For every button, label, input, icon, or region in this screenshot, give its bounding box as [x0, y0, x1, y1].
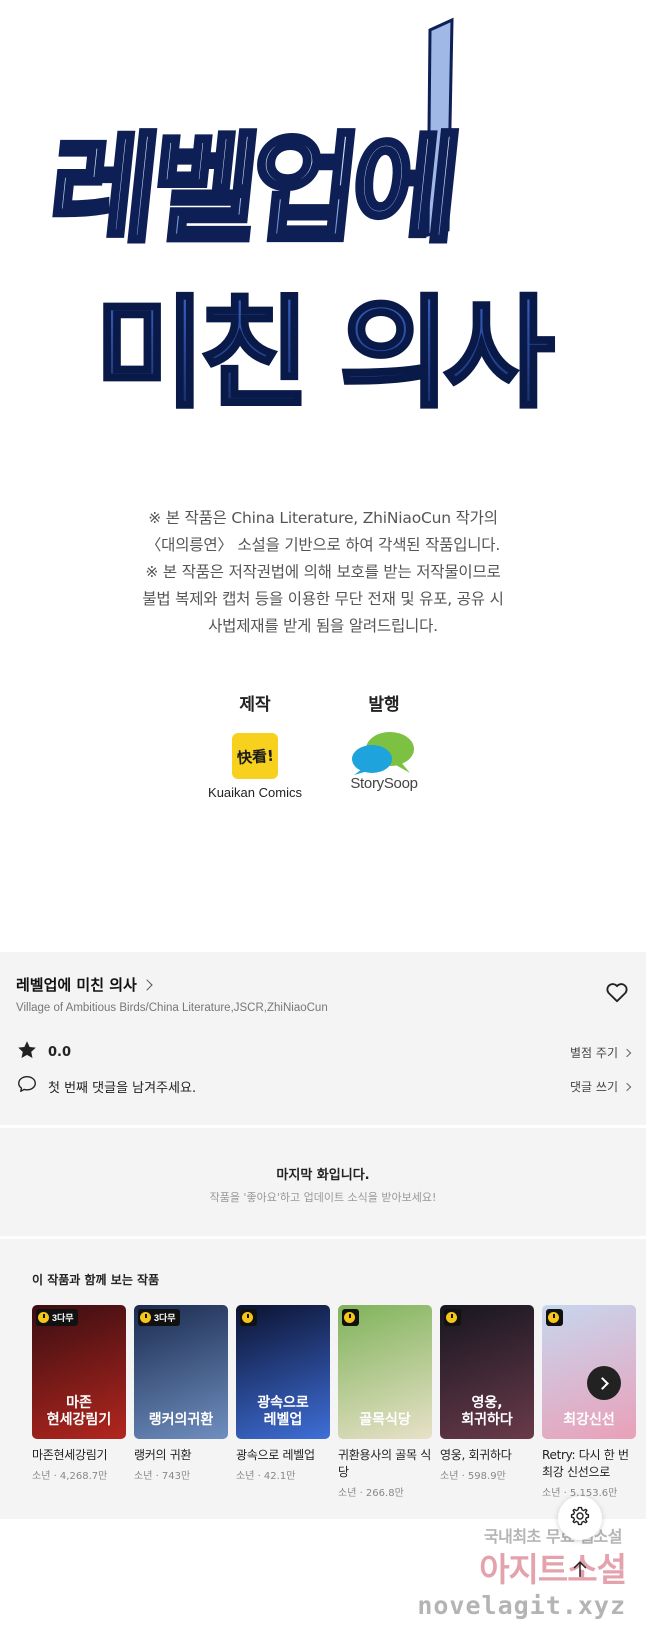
free-badge [240, 1309, 257, 1326]
comment-row: 첫 번째 댓글을 남겨주세요. 댓글 쓰기 [16, 1073, 632, 1100]
comment-button[interactable]: 댓글 쓰기 [570, 1078, 632, 1095]
notice-line: ※ 본 작품은 China Literature, ZhiNiaoCun 작가의 [148, 509, 498, 527]
card-title[interactable]: Retry: 다시 한 번 최강 신선으로 [542, 1447, 636, 1481]
settings-button[interactable] [558, 1496, 602, 1540]
title-art: 레벨업에 미친 의사 [0, 0, 646, 460]
comment-prompt[interactable]: 첫 번째 댓글을 남겨주세요. [48, 1077, 196, 1096]
rate-button[interactable]: 별점 주기 [570, 1044, 632, 1061]
last-episode-title: 마지막 화입니다. [276, 1168, 370, 1183]
title-logo: 레벨업에 미친 의사 [40, 17, 562, 426]
publisher-credit: 발행 StorySoop [314, 690, 454, 792]
clock-icon [140, 1312, 151, 1323]
card-cover[interactable]: 최강신선 [542, 1305, 636, 1439]
clock-icon [446, 1312, 457, 1323]
free-badge: 3다무 [36, 1309, 78, 1326]
notice-line: 〈대의릉연〉 소설을 기반으로 하여 각색된 작품입니다. [145, 536, 501, 554]
chevron-right-icon [141, 978, 153, 991]
card-title[interactable]: 영웅, 회귀하다 [440, 1447, 534, 1464]
comment-button-label: 댓글 쓰기 [570, 1080, 618, 1094]
production-name: Kuaikan Comics [208, 785, 302, 800]
rate-button-label: 별점 주기 [570, 1046, 618, 1060]
arrow-up-icon [569, 1558, 591, 1585]
gear-icon [569, 1505, 591, 1532]
free-badge [546, 1309, 563, 1326]
card-title[interactable]: 광속으로 레벨업 [236, 1447, 330, 1464]
series-authors: Village of Ambitious Birds/China Literat… [16, 1002, 328, 1014]
publisher-name: StorySoop [350, 775, 418, 792]
chevron-right-icon [622, 1082, 632, 1091]
recommendations: 이 작품과 함께 보는 작품 3다무 마존 현세강림기 마존현세강림기 소년 ·… [0, 1239, 646, 1519]
clock-icon [344, 1312, 355, 1323]
card-cover[interactable]: 3다무 랭커의귀환 [134, 1305, 228, 1439]
free-badge: 3다무 [138, 1309, 180, 1326]
notice-line: 사법제재를 받게 됨을 알려드립니다. [208, 617, 438, 635]
carousel-next-button[interactable] [587, 1366, 621, 1400]
comment-icon [16, 1073, 38, 1100]
recommendations-heading: 이 작품과 함께 보는 작품 [32, 1273, 160, 1287]
card-meta: 소년 · 4,268.7만 [32, 1471, 108, 1482]
last-episode-banner: 마지막 화입니다. 작품을 '좋아요'하고 업데이트 소식을 받아보세요! [0, 1128, 646, 1236]
card-meta: 소년 · 5,153.6만 [542, 1488, 618, 1499]
cover-title: 광속으로 레벨업 [257, 1395, 309, 1428]
card-meta: 소년 · 42.1만 [236, 1471, 296, 1482]
last-episode-subtitle: 작품을 '좋아요'하고 업데이트 소식을 받아보세요! [209, 1191, 437, 1204]
card-title[interactable]: 귀환용사의 골목 식당 [338, 1447, 432, 1481]
watermark: 국내최초 무료 웹소설 아지트소설 novelagit.xyz [417, 1523, 640, 1633]
cover-title: 랭커의귀환 [148, 1412, 214, 1428]
free-badge [444, 1309, 461, 1326]
info-panel: 레벨업에 미친 의사 Village of Ambitious Birds/Ch… [0, 952, 646, 1125]
card-cover[interactable]: 3다무 마존 현세강림기 [32, 1305, 126, 1439]
watermark-line-2: 아지트소설 [479, 1550, 627, 1589]
recommendation-card[interactable]: 최강신선 Retry: 다시 한 번 최강 신선으로 소년 · 5,153.6만 [542, 1305, 636, 1499]
kuaikan-logo: 快看! [232, 733, 278, 779]
publisher-label: 발행 [368, 695, 400, 715]
recommendation-card[interactable]: 3다무 랭커의귀환 랭커의 귀환 소년 · 743만 [134, 1305, 228, 1482]
clock-icon [38, 1312, 49, 1323]
series-title-link[interactable]: 레벨업에 미친 의사 [16, 974, 153, 995]
badge-label: 3다무 [154, 1313, 176, 1323]
title-line-2: 미친 의사 [95, 285, 554, 424]
card-cover[interactable]: 골목식당 [338, 1305, 432, 1439]
storysoop-logo [344, 729, 424, 775]
copyright-notice: ※ 본 작품은 China Literature, ZhiNiaoCun 작가의… [0, 505, 646, 640]
cover-title: 최강신선 [563, 1412, 615, 1428]
card-meta: 소년 · 266.8만 [338, 1488, 404, 1499]
scroll-top-button[interactable] [558, 1549, 602, 1593]
rating-value: 0.0 [48, 1044, 72, 1060]
watermark-line-3: novelagit.xyz [417, 1591, 626, 1620]
recommendation-card[interactable]: 광속으로 레벨업 광속으로 레벨업 소년 · 42.1만 [236, 1305, 330, 1482]
recommendation-card[interactable]: 3다무 마존 현세강림기 마존현세강림기 소년 · 4,268.7만 [32, 1305, 126, 1482]
title-line-1: 레벨업에 [43, 120, 460, 258]
clock-icon [548, 1312, 559, 1323]
cover-title: 영웅, 회귀하다 [461, 1395, 513, 1428]
production-label: 제작 [239, 695, 271, 715]
card-cover[interactable]: 영웅, 회귀하다 [440, 1305, 534, 1439]
card-title[interactable]: 랭커의 귀환 [134, 1447, 228, 1464]
chevron-right-icon [622, 1048, 632, 1057]
card-title[interactable]: 마존현세강림기 [32, 1447, 126, 1464]
recommendation-card[interactable]: 골목식당 귀환용사의 골목 식당 소년 · 266.8만 [338, 1305, 432, 1499]
chevron-right-icon [596, 1376, 609, 1390]
kuaikan-logo-text: 快看! [236, 746, 275, 767]
card-meta: 소년 · 598.9만 [440, 1471, 506, 1482]
card-cover[interactable]: 광속으로 레벨업 [236, 1305, 330, 1439]
series-title: 레벨업에 미친 의사 [16, 976, 137, 994]
cover-title: 골목식당 [359, 1412, 411, 1428]
recommendation-card[interactable]: 영웅, 회귀하다 영웅, 회귀하다 소년 · 598.9만 [440, 1305, 534, 1482]
heart-icon[interactable] [604, 979, 630, 1005]
production-credit: 제작 快看! Kuaikan Comics [185, 690, 325, 800]
badge-label: 3다무 [52, 1313, 74, 1323]
notice-line: ※ 본 작품은 저작권법에 의해 보호를 받는 저작물이므로 [145, 563, 501, 581]
star-icon [16, 1039, 38, 1066]
rating-row: 0.0 별점 주기 [16, 1039, 632, 1066]
cover-title: 마존 현세강림기 [46, 1395, 112, 1428]
card-meta: 소년 · 743만 [134, 1471, 191, 1482]
notice-line: 불법 복제와 캡처 등을 이용한 무단 전재 및 유포, 공유 시 [142, 590, 504, 608]
clock-icon [242, 1312, 253, 1323]
free-badge [342, 1309, 359, 1326]
credits: 제작 快看! Kuaikan Comics 발행 StorySoop [0, 690, 646, 800]
